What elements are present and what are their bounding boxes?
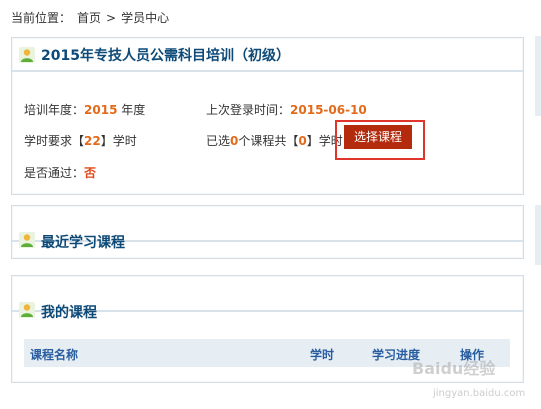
select-course-button[interactable]: 选择课程 [344, 125, 412, 149]
pass-status-value: 否 [84, 166, 97, 180]
last-login-value: 2015-06-10 [290, 103, 367, 117]
recent-courses-header: 最近学习课程 [12, 208, 523, 251]
right-edge-bar [535, 36, 541, 116]
recent-courses-title: 最近学习课程 [41, 235, 125, 251]
last-login: 上次登录时间：2015-06-10 [206, 101, 367, 118]
selected-prefix: 已选 [206, 134, 231, 148]
column-course-name: 课程名称 [30, 348, 79, 362]
selected-hours: 0 [298, 134, 307, 148]
training-year-label: 培训年度： [24, 103, 85, 117]
breadcrumb-current: 学员中心 [121, 11, 170, 25]
breadcrumb-home-link[interactable]: 首页 [77, 9, 101, 26]
breadcrumb-label: 当前位置： [11, 11, 72, 25]
course-info-header: 2015年专技人员公需科目培训（初级） [12, 38, 523, 72]
watermark-url: jingyan.baidu.com [433, 388, 526, 399]
right-edge-strip [533, 0, 541, 409]
last-login-label: 上次登录时间： [206, 103, 291, 117]
course-title: 2015年专技人员公需科目培训（初级） [41, 48, 290, 64]
breadcrumb-separator: > [106, 11, 117, 25]
hours-requirement: 学时要求【22】学时 [24, 132, 137, 149]
pass-status-label: 是否通过： [24, 166, 85, 180]
selected-mid: 个课程共【 [238, 134, 299, 148]
right-edge-bar [535, 205, 541, 265]
user-icon [19, 47, 35, 63]
my-courses-header: 我的课程 [12, 278, 523, 321]
training-year-value: 2015 [84, 103, 118, 117]
breadcrumb: 当前位置： 首页 > 学员中心 [11, 9, 169, 26]
recent-courses-panel: 最近学习课程 [11, 205, 524, 259]
selected-courses: 已选0个课程共【0】学时 [206, 132, 343, 149]
user-icon [19, 232, 35, 248]
pass-status: 是否通过：否 [24, 164, 96, 181]
user-icon [19, 302, 35, 318]
my-courses-title: 我的课程 [41, 305, 97, 321]
hours-prefix: 学时要求【 [24, 134, 85, 148]
hours-value: 22 [84, 134, 101, 148]
watermark: Baidu经验 [412, 359, 496, 378]
column-hours: 学时 [310, 348, 335, 362]
training-year: 培训年度：2015 年度 [24, 101, 145, 118]
hours-suffix: 】学时 [100, 134, 137, 148]
training-year-suffix: 年度 [121, 103, 146, 117]
